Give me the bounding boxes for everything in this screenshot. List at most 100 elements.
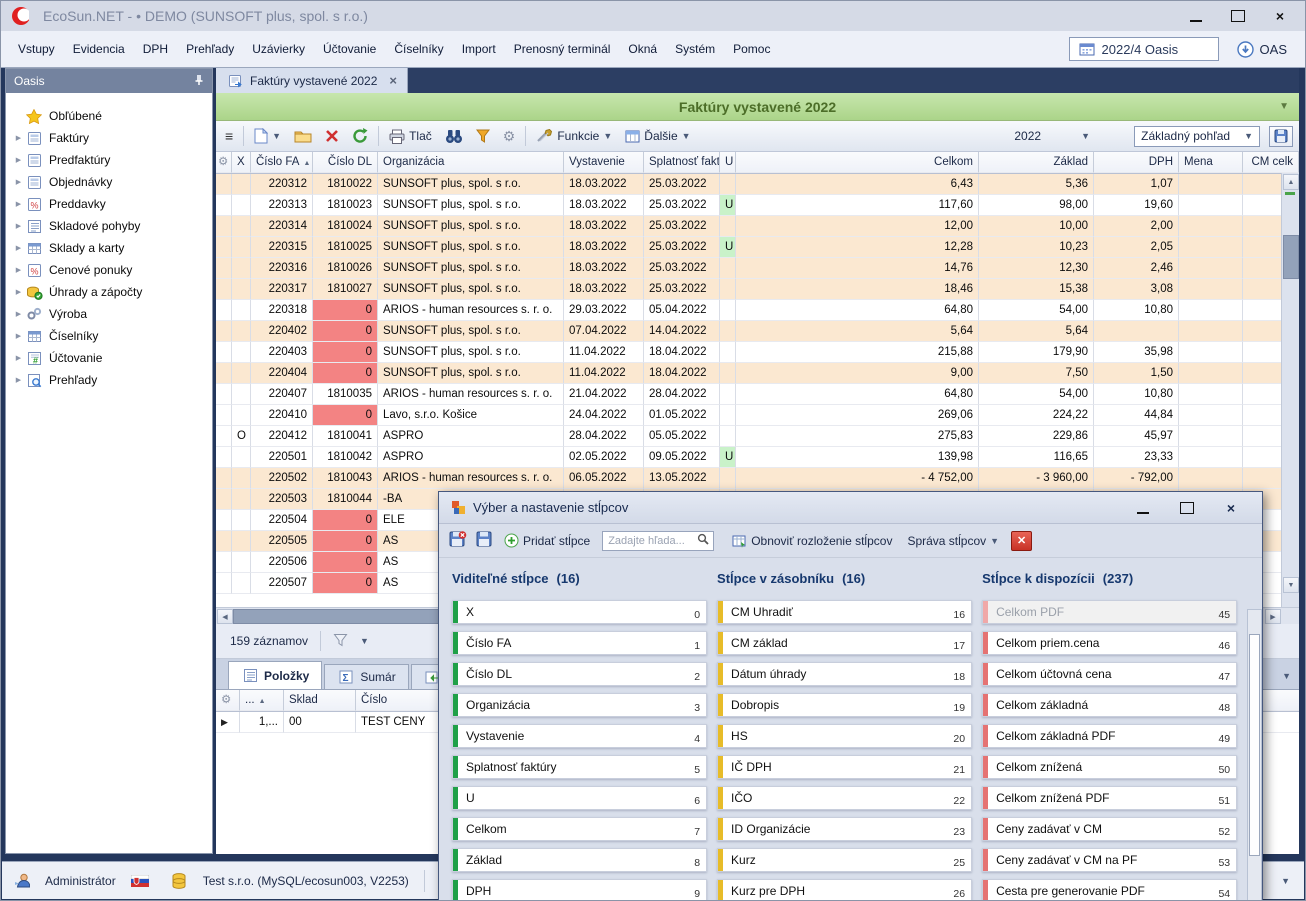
table-row[interactable]: 2203161810026SUNSOFT plus, spol. s r.o.1… (216, 258, 1299, 279)
layout-menu-button[interactable]: ≡ (222, 126, 236, 146)
search-magnifier-icon[interactable] (697, 533, 710, 549)
refresh-button[interactable] (349, 126, 371, 146)
menu-item-evidencia[interactable]: Evidencia (64, 37, 134, 61)
column-settings-gear-icon[interactable]: ⚙ (216, 152, 232, 173)
column-item-celkom-znizena-pdf[interactable]: Celkom znížená PDF51 (982, 786, 1237, 810)
menu-item-ciselniky[interactable]: Číselníky (385, 37, 452, 61)
tab-close-icon[interactable]: × (389, 73, 397, 88)
column-item-dph[interactable]: DPH9 (452, 879, 707, 901)
menu-item-prehlady[interactable]: Prehľady (177, 37, 243, 61)
menu-item-import[interactable]: Import (453, 37, 505, 61)
column-item-cislo-dl[interactable]: Číslo DL2 (452, 662, 707, 686)
expander-icon[interactable]: ▶ (12, 200, 25, 208)
print-button[interactable]: Tlač (386, 127, 435, 146)
menu-item-dph[interactable]: DPH (134, 37, 177, 61)
column-header-celkom[interactable]: Celkom (736, 152, 979, 173)
column-item-cm-uhradit[interactable]: CM Uhradiť16 (717, 600, 972, 624)
column-item-dobropis[interactable]: Dobropis19 (717, 693, 972, 717)
column-item-cesta-pre-generovanie-pdf[interactable]: Cesta pre generovanie PDF54 (982, 879, 1237, 901)
table-row[interactable]: 2204071810035ARIOS - human resources s. … (216, 384, 1299, 405)
detail-column-sort[interactable]: ...▲ (240, 690, 284, 711)
dialog-cancel-button[interactable]: ✕ (1011, 531, 1032, 551)
column-item-ico[interactable]: IČO22 (717, 786, 972, 810)
column-header-splatnost-faktury[interactable]: Splatnosť faktúry (644, 152, 720, 173)
detail-tabs-overflow-icon[interactable]: ▼ (1282, 671, 1291, 681)
menu-item-okna[interactable]: Okná (619, 37, 666, 61)
sidebar-item-uctovanie[interactable]: ▶#Účtovanie (6, 347, 212, 369)
table-row[interactable]: 2204040SUNSOFT plus, spol. s r.o.11.04.2… (216, 363, 1299, 384)
table-row[interactable]: 2205021810043ARIOS - human resources s. … (216, 468, 1299, 489)
expander-icon[interactable]: ▶ (12, 156, 25, 164)
column-item-celkom-znizena[interactable]: Celkom znížená50 (982, 755, 1237, 779)
maximize-button[interactable] (1231, 10, 1245, 22)
sidebar-item-prehlady[interactable]: ▶Prehľady (6, 369, 212, 391)
menu-item-prenosny-terminal[interactable]: Prenosný terminál (505, 37, 620, 61)
scroll-up-icon[interactable]: ▲ (1283, 174, 1299, 190)
filter-footer-icon[interactable] (333, 633, 348, 650)
open-record-button[interactable] (291, 127, 315, 145)
add-columns-button[interactable]: Pridať stĺpce (501, 531, 593, 550)
delete-record-button[interactable] (322, 127, 342, 145)
table-row[interactable]: 2203131810023SUNSOFT plus, spol. s r.o.1… (216, 195, 1299, 216)
column-item-splatnost-faktury[interactable]: Splatnosť faktúry5 (452, 755, 707, 779)
column-item-datum-uhrady[interactable]: Dátum úhrady18 (717, 662, 972, 686)
pin-icon[interactable] (194, 74, 204, 89)
column-item-u[interactable]: U6 (452, 786, 707, 810)
column-item-cislo-fa[interactable]: Číslo FA1 (452, 631, 707, 655)
sidebar-item-uhrady-a-zapocty[interactable]: ▶Úhrady a zápočty (6, 281, 212, 303)
column-item-cm-zaklad[interactable]: CM základ17 (717, 631, 972, 655)
dialog-maximize-button[interactable] (1180, 502, 1194, 514)
table-row[interactable]: O2204121810041ASPRO28.04.202205.05.20222… (216, 426, 1299, 447)
column-item-celkom-zakladna-pdf[interactable]: Celkom základná PDF49 (982, 724, 1237, 748)
column-item-vystavenie[interactable]: Vystavenie4 (452, 724, 707, 748)
expander-icon[interactable]: ▶ (12, 178, 25, 186)
sidebar-item-preddavky[interactable]: ▶%Preddavky (6, 193, 212, 215)
column-item-celkom-zakladna[interactable]: Celkom základná48 (982, 693, 1237, 717)
sidebar-item-sklady-a-karty[interactable]: ▶Sklady a karty (6, 237, 212, 259)
detail-tab-polozky[interactable]: Položky (228, 661, 322, 689)
dialog-scroll-thumb[interactable] (1249, 634, 1260, 856)
column-header-x[interactable]: X (232, 152, 251, 173)
sidebar-item-cenove-ponuky[interactable]: ▶%Cenové ponuky (6, 259, 212, 281)
more-button[interactable]: Ďalšie ▼ (622, 127, 693, 145)
view-selector[interactable]: Základný pohľad ▼ (1134, 126, 1260, 147)
column-item-celkom-pdf[interactable]: Celkom PDF45 (982, 600, 1237, 624)
save-close-button[interactable] (449, 531, 467, 551)
menu-item-uctovanie[interactable]: Účtovanie (314, 37, 385, 61)
view-title-dropdown-icon[interactable]: ▼ (1279, 101, 1289, 112)
menu-item-pomoc[interactable]: Pomoc (724, 37, 779, 61)
column-item-hs[interactable]: HS20 (717, 724, 972, 748)
column-item-kurz[interactable]: Kurz25 (717, 848, 972, 872)
table-row[interactable]: 2203171810027SUNSOFT plus, spol. s r.o.1… (216, 279, 1299, 300)
save-view-button[interactable] (1269, 126, 1293, 147)
expander-icon[interactable]: ▶ (12, 332, 25, 340)
table-row[interactable]: 2203151810025SUNSOFT plus, spol. s r.o.1… (216, 237, 1299, 258)
tab-faktury-vystavene[interactable]: Faktúry vystavené 2022 × (216, 68, 408, 93)
scroll-right-icon[interactable]: ▶ (1265, 609, 1281, 624)
column-item-celkom-priem-cena[interactable]: Celkom priem.cena46 (982, 631, 1237, 655)
dialog-close-button[interactable]: × (1224, 502, 1238, 514)
expander-icon[interactable]: ▶ (12, 288, 25, 296)
manage-columns-button[interactable]: Správa stĺpcov ▼ (904, 532, 1002, 550)
dialog-list-scrollbar[interactable] (1247, 609, 1262, 901)
column-item-ceny-zadavat-v-cm-na-pf[interactable]: Ceny zadávať v CM na PF53 (982, 848, 1237, 872)
sidebar-item-vyroba[interactable]: ▶Výroba (6, 303, 212, 325)
functions-button[interactable]: Funkcie ▼ (533, 127, 615, 145)
column-item-celkom-uctovna-cena[interactable]: Celkom účtovná cena47 (982, 662, 1237, 686)
settings-gear-button[interactable]: ⚙ (500, 126, 519, 147)
sidebar-item-predfaktury[interactable]: ▶Predfaktúry (6, 149, 212, 171)
period-selector[interactable]: 2022/4 Oasis (1069, 37, 1219, 61)
expander-icon[interactable]: ▶ (12, 244, 25, 252)
column-item-ceny-zadavat-v-cm[interactable]: Ceny zadávať v CM52 (982, 817, 1237, 841)
table-row[interactable]: 2203141810024SUNSOFT plus, spol. s r.o.1… (216, 216, 1299, 237)
column-item-kurz-pre-dph[interactable]: Kurz pre DPH26 (717, 879, 972, 901)
sidebar-item-faktury[interactable]: ▶Faktúry (6, 127, 212, 149)
scroll-down-icon[interactable]: ▼ (1283, 577, 1299, 593)
table-row[interactable]: 2204100Lavo, s.r.o. Košice24.04.202201.0… (216, 405, 1299, 426)
column-item-x[interactable]: X0 (452, 600, 707, 624)
dialog-minimize-button[interactable] (1136, 502, 1150, 514)
minimize-button[interactable] (1189, 10, 1203, 22)
expander-icon[interactable]: ▶ (12, 222, 25, 230)
column-header-cm-celk[interactable]: CM celk (1243, 152, 1299, 173)
expander-icon[interactable]: ▶ (12, 266, 25, 274)
